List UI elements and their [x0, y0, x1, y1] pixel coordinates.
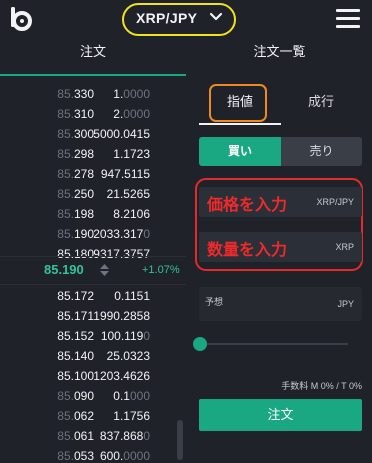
row-price: 85.152 [57, 329, 94, 343]
row-quantity: 837.8680 [99, 429, 150, 443]
submit-order-button[interactable]: 注文 [199, 399, 362, 431]
tab-order[interactable]: 注文 [0, 42, 186, 76]
row-price: 85.053 [57, 449, 94, 463]
row-quantity: 2.0000 [113, 107, 150, 121]
divider [0, 284, 186, 285]
row-price: 85.190 [57, 227, 94, 241]
last-price: 85.190 [44, 262, 84, 277]
chevron-down-icon[interactable] [210, 12, 222, 22]
row-price: 85.298 [57, 147, 94, 161]
bid-row[interactable]: 85.140 25.0323 [0, 346, 186, 366]
amount-slider-thumb[interactable] [193, 337, 207, 351]
bid-row[interactable]: 85.061 837.8680 [0, 426, 186, 446]
side-sell-button[interactable]: 売り [281, 137, 362, 166]
amount-unit: XRP [335, 242, 354, 252]
row-quantity: 1.1723 [113, 147, 150, 161]
amount-slider-track[interactable] [206, 343, 348, 345]
row-price: 85.100 [57, 369, 94, 383]
row-price: 85.330 [57, 87, 94, 101]
bid-row[interactable]: 85.152 100.1190 [0, 326, 186, 346]
row-price: 85.278 [57, 167, 94, 181]
ask-row[interactable]: 85.310 2.0000 [0, 104, 186, 124]
row-price: 85.310 [57, 107, 94, 121]
bid-row[interactable]: 85.100 1203.4626 [0, 366, 186, 386]
amount-placeholder: 数量を入力 [207, 242, 288, 259]
row-quantity: 9317.3757 [93, 247, 150, 261]
hamburger-menu-icon[interactable] [336, 9, 360, 29]
bid-row[interactable]: 85.171 1990.2858 [0, 306, 186, 326]
side-buy-button[interactable]: 買い [199, 137, 281, 166]
price-input[interactable]: 価格を入力 XRP/JPY [199, 187, 362, 217]
pair-label[interactable]: XRP/JPY [136, 10, 197, 26]
ask-row[interactable]: 85.298 1.1723 [0, 144, 186, 164]
row-price: 85.061 [57, 429, 94, 443]
top-bar: XRP/JPY [0, 0, 372, 38]
scrollbar[interactable] [177, 420, 183, 460]
row-price: 85.300 [57, 127, 94, 141]
bid-row[interactable]: 85.062 1.1756 [0, 406, 186, 426]
divider [0, 256, 186, 257]
row-price: 85.090 [57, 389, 94, 403]
amount-input[interactable]: 数量を入力 XRP [199, 232, 362, 262]
row-quantity: 5000.0415 [93, 127, 150, 141]
row-price: 85.180 [57, 247, 94, 261]
row-quantity: 0.1000 [113, 389, 150, 403]
price-unit: XRP/JPY [316, 197, 354, 207]
row-price: 85.172 [57, 289, 94, 303]
row-quantity: 947.5115 [100, 167, 150, 181]
order-type-underline [199, 123, 281, 125]
row-price: 85.171 [57, 309, 94, 323]
row-quantity: 1.1756 [113, 409, 150, 423]
row-quantity: 1990.2858 [93, 309, 150, 323]
ask-row[interactable]: 85.278 947.5115 [0, 164, 186, 184]
row-price: 85.062 [57, 409, 94, 423]
order-type-market[interactable]: 成行 [281, 84, 361, 122]
bitbank-logo-icon[interactable] [10, 7, 32, 31]
order-type-limit[interactable]: 指値 [199, 84, 281, 122]
price-placeholder: 価格を入力 [207, 197, 288, 214]
ask-row[interactable]: 85.250 21.5265 [0, 184, 186, 204]
row-price: 85.198 [57, 207, 94, 221]
tab-order-list[interactable]: 注文一覧 [187, 42, 372, 76]
ask-row[interactable]: 85.330 1.0000 [0, 84, 186, 104]
row-quantity: 600.0000 [99, 449, 150, 463]
estimate-field: 予想 JPY [199, 287, 362, 321]
bid-row[interactable]: 85.053 600.0000 [0, 446, 186, 463]
row-quantity: 1.0000 [113, 87, 150, 101]
row-quantity: 1203.4626 [93, 369, 150, 383]
estimate-unit: JPY [337, 299, 354, 309]
ask-row[interactable]: 85.198 8.2106 [0, 204, 186, 224]
ask-row[interactable]: 85.190 2033.3170 [0, 224, 186, 244]
ask-row[interactable]: 85.300 5000.0415 [0, 124, 186, 144]
row-quantity: 25.0323 [106, 349, 150, 363]
estimate-label: 予想 [205, 297, 224, 307]
row-quantity: 8.2106 [113, 207, 150, 221]
row-price: 85.250 [57, 187, 94, 201]
row-quantity: 2033.3170 [93, 227, 150, 241]
fee-text: 手数料 M 0% / T 0% [281, 381, 362, 391]
bid-row[interactable]: 85.172 0.1151 [0, 286, 186, 306]
row-quantity: 100.1190 [100, 329, 150, 343]
ask-row[interactable]: 85.180 9317.3757 [0, 244, 186, 264]
sort-arrows-icon [100, 264, 109, 276]
row-quantity: 21.5265 [106, 187, 150, 201]
bid-row[interactable]: 85.090 0.1000 [0, 386, 186, 406]
row-quantity: 0.1151 [114, 289, 150, 303]
price-change: +1.07% [142, 264, 180, 276]
row-price: 85.140 [57, 349, 94, 363]
